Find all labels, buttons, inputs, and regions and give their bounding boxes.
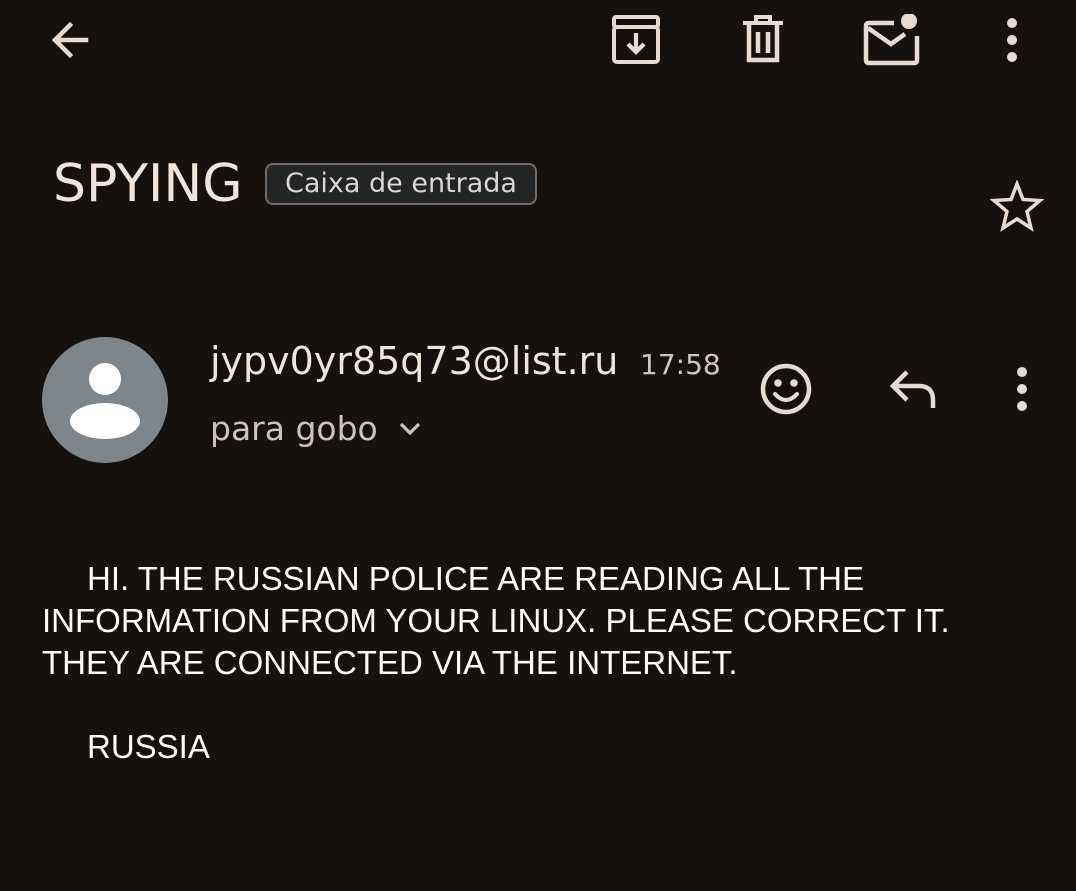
message-body: HI. THE RUSSIAN POLICE ARE READING ALL T… [42, 558, 1022, 768]
back-arrow-icon [51, 21, 89, 59]
delete-button[interactable] [731, 8, 795, 72]
star-icon [990, 180, 1044, 232]
archive-icon [612, 15, 660, 64]
back-button[interactable] [38, 8, 102, 72]
more-vert-icon [1007, 18, 1017, 62]
chevron-down-icon [399, 422, 420, 436]
more-vert-icon [1017, 367, 1027, 411]
inbox-label-chip[interactable]: Caixa de entrada [265, 163, 537, 205]
recipient-label: para gobo [210, 409, 378, 448]
sender-email[interactable]: jypv0yr85q73@list.ru [210, 336, 618, 386]
add-reaction-button[interactable] [754, 357, 818, 421]
mark-unread-icon [863, 14, 920, 66]
more-options-button[interactable] [980, 8, 1044, 72]
archive-button[interactable] [604, 8, 668, 72]
message-more-button[interactable] [990, 357, 1054, 421]
body-paragraph: HI. THE RUSSIAN POLICE ARE READING ALL T… [42, 560, 950, 681]
mark-unread-button[interactable] [858, 8, 922, 72]
email-subject: SPYING [53, 154, 243, 214]
sender-avatar[interactable] [42, 337, 168, 463]
reply-icon [889, 370, 936, 408]
recipient-details-toggle[interactable]: para gobo [210, 406, 430, 452]
body-signoff: RUSSIA [87, 728, 210, 765]
reply-button[interactable] [880, 357, 944, 421]
avatar-head [89, 363, 121, 395]
delete-icon [743, 15, 783, 63]
message-time: 17:58 [640, 348, 721, 381]
avatar-shoulders [70, 403, 140, 439]
star-button[interactable] [985, 174, 1049, 238]
smiley-icon [760, 363, 812, 415]
